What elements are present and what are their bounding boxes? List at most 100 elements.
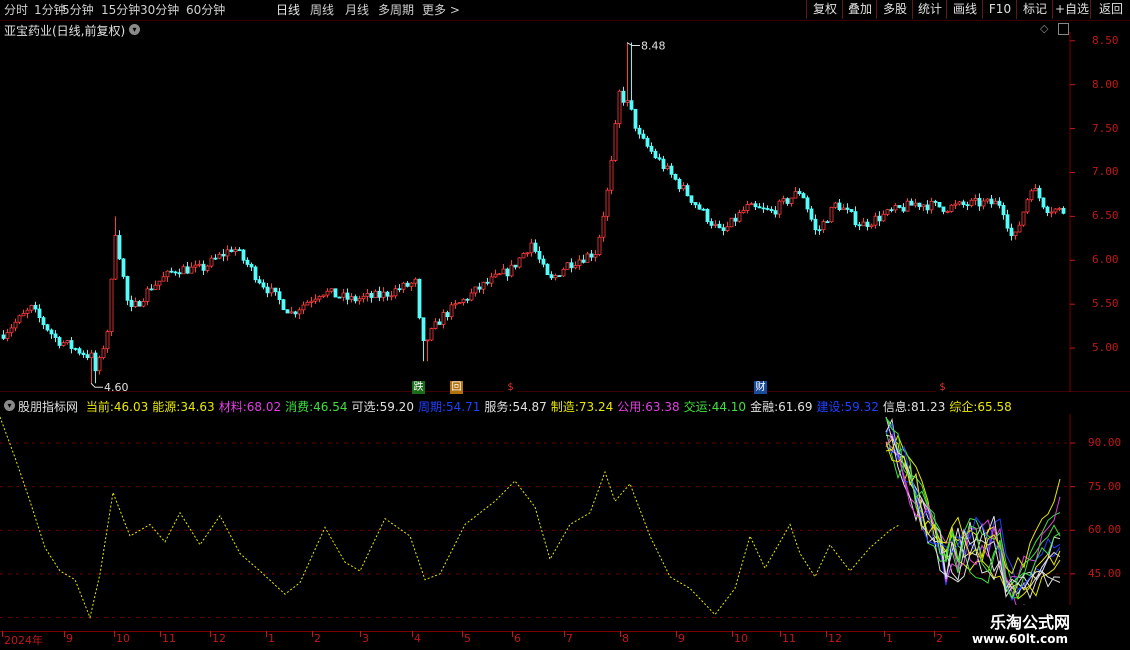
event-marker-3[interactable]: 财 <box>754 381 767 394</box>
candle-body <box>449 304 454 318</box>
toolbar-button-1[interactable]: 叠加 <box>842 0 877 19</box>
candle-body <box>145 288 150 302</box>
candle-body <box>553 275 558 279</box>
toolbar-button-6[interactable]: 标记 <box>1016 0 1053 19</box>
toolbar-button-5[interactable]: F10 <box>982 0 1017 19</box>
indicator-chart[interactable] <box>0 414 1130 632</box>
candle-body <box>649 145 654 152</box>
candle-body <box>601 215 606 238</box>
candle-body <box>569 262 574 269</box>
candle-body <box>509 264 514 277</box>
indicator-item-8: 公用:63.38 <box>617 400 679 414</box>
period-tab-9[interactable]: 多周期 <box>378 2 414 18</box>
period-tab-3[interactable]: 15分钟 <box>101 2 140 18</box>
candle-body <box>21 313 26 317</box>
period-tab-5[interactable]: 60分钟 <box>186 2 225 18</box>
candle-body <box>1037 187 1042 199</box>
candle-body <box>837 202 842 211</box>
period-tab-0[interactable]: 分时 <box>4 2 28 18</box>
candle-body <box>301 304 306 311</box>
candle-body <box>929 200 934 211</box>
event-marker-0[interactable]: 跌 <box>412 381 425 394</box>
indicator-item-label: 信息 <box>882 400 907 414</box>
candle-body <box>161 276 166 282</box>
candle-body <box>353 296 358 302</box>
candle-body <box>821 221 826 231</box>
toolbar-button-2[interactable]: 多股 <box>876 0 913 19</box>
x-axis-tick <box>360 631 361 637</box>
x-axis-label: 9 <box>66 632 73 645</box>
period-tab-7[interactable]: 周线 <box>310 2 334 18</box>
price-axis-label: 5.00 <box>1092 341 1119 355</box>
candle-body <box>1025 199 1030 213</box>
toolbar-button-4[interactable]: 画线 <box>946 0 983 19</box>
watermark-title: 乐淘公式网 <box>990 613 1071 632</box>
candle-body <box>165 270 170 278</box>
indicator-item-value: 73.24 <box>578 400 614 414</box>
candle-body <box>1005 214 1010 229</box>
period-tab-10[interactable]: 更多 > <box>422 2 460 18</box>
period-tab-1[interactable]: 1分钟 <box>34 2 66 18</box>
candle-body <box>497 273 502 276</box>
candle-body <box>209 257 214 267</box>
candle-body <box>1017 224 1022 233</box>
indicator-item-label: 能源 <box>152 400 177 414</box>
toolbar-button-8[interactable]: 返回 <box>1090 0 1130 19</box>
toolbar-button-3[interactable]: 统计 <box>912 0 947 19</box>
candle-body <box>585 253 590 263</box>
period-tab-4[interactable]: 30分钟 <box>140 2 179 18</box>
candle-body <box>965 204 970 207</box>
candle-body <box>153 284 158 290</box>
period-tab-8[interactable]: 月线 <box>345 2 369 18</box>
event-marker-4[interactable]: $ <box>936 381 949 394</box>
candle-body <box>793 191 798 199</box>
event-marker-1[interactable]: 回 <box>450 381 463 394</box>
candle-body <box>781 198 786 202</box>
candle-body <box>829 206 834 223</box>
indicator-item-5: 周期:54.71 <box>418 400 480 414</box>
x-axis-label: 11 <box>782 632 796 645</box>
x-axis-tick <box>462 631 463 637</box>
candle-body <box>57 337 62 346</box>
candle-body <box>429 328 434 341</box>
candle-body <box>985 198 990 202</box>
indicator-name: 股朋指标网 <box>18 400 79 414</box>
x-axis-label: 12 <box>212 632 226 645</box>
candle-body <box>877 215 882 222</box>
candle-body <box>285 309 290 314</box>
event-marker-2[interactable]: $ <box>504 381 517 394</box>
indicator-item-10: 金融:61.69 <box>750 400 812 414</box>
x-axis-tick <box>512 631 513 637</box>
x-axis-tick <box>934 631 935 637</box>
candle-body <box>1009 227 1014 237</box>
candle-body <box>621 90 626 103</box>
candle-body <box>113 235 118 280</box>
candle-body <box>617 90 622 125</box>
candle-body <box>797 191 802 194</box>
indicator-item-value: 46.54 <box>313 400 348 414</box>
candle-body <box>53 333 58 338</box>
indicator-item-value: 34.63 <box>180 400 215 414</box>
candle-body <box>925 204 930 211</box>
candle-body <box>505 268 510 277</box>
candle-body <box>357 298 362 302</box>
toolbar-button-7[interactable]: +自选 <box>1052 0 1091 19</box>
period-tab-2[interactable]: 5分钟 <box>62 2 94 18</box>
indicator-item-1: 能源:34.63 <box>152 400 214 414</box>
candle-body <box>657 157 662 160</box>
period-tab-6[interactable]: 日线 <box>276 2 300 18</box>
indicator-item-value: 81.23 <box>910 400 946 414</box>
x-axis-tick <box>884 631 885 637</box>
candle-body <box>273 287 278 293</box>
indicator-chevron-icon[interactable]: ▾ <box>4 400 15 411</box>
candle-body <box>953 203 958 206</box>
candle-body <box>1001 204 1006 216</box>
indicator-item-13: 综企:65.58 <box>949 400 1011 414</box>
candle-body <box>753 203 758 208</box>
indicator-item-label: 金融 <box>750 400 775 414</box>
candle-body <box>913 202 918 206</box>
candle-body <box>981 200 986 207</box>
toolbar-button-0[interactable]: 复权 <box>806 0 843 19</box>
candle-body <box>765 208 770 210</box>
price-chart[interactable]: 8.48 4.60 <box>0 32 1130 392</box>
